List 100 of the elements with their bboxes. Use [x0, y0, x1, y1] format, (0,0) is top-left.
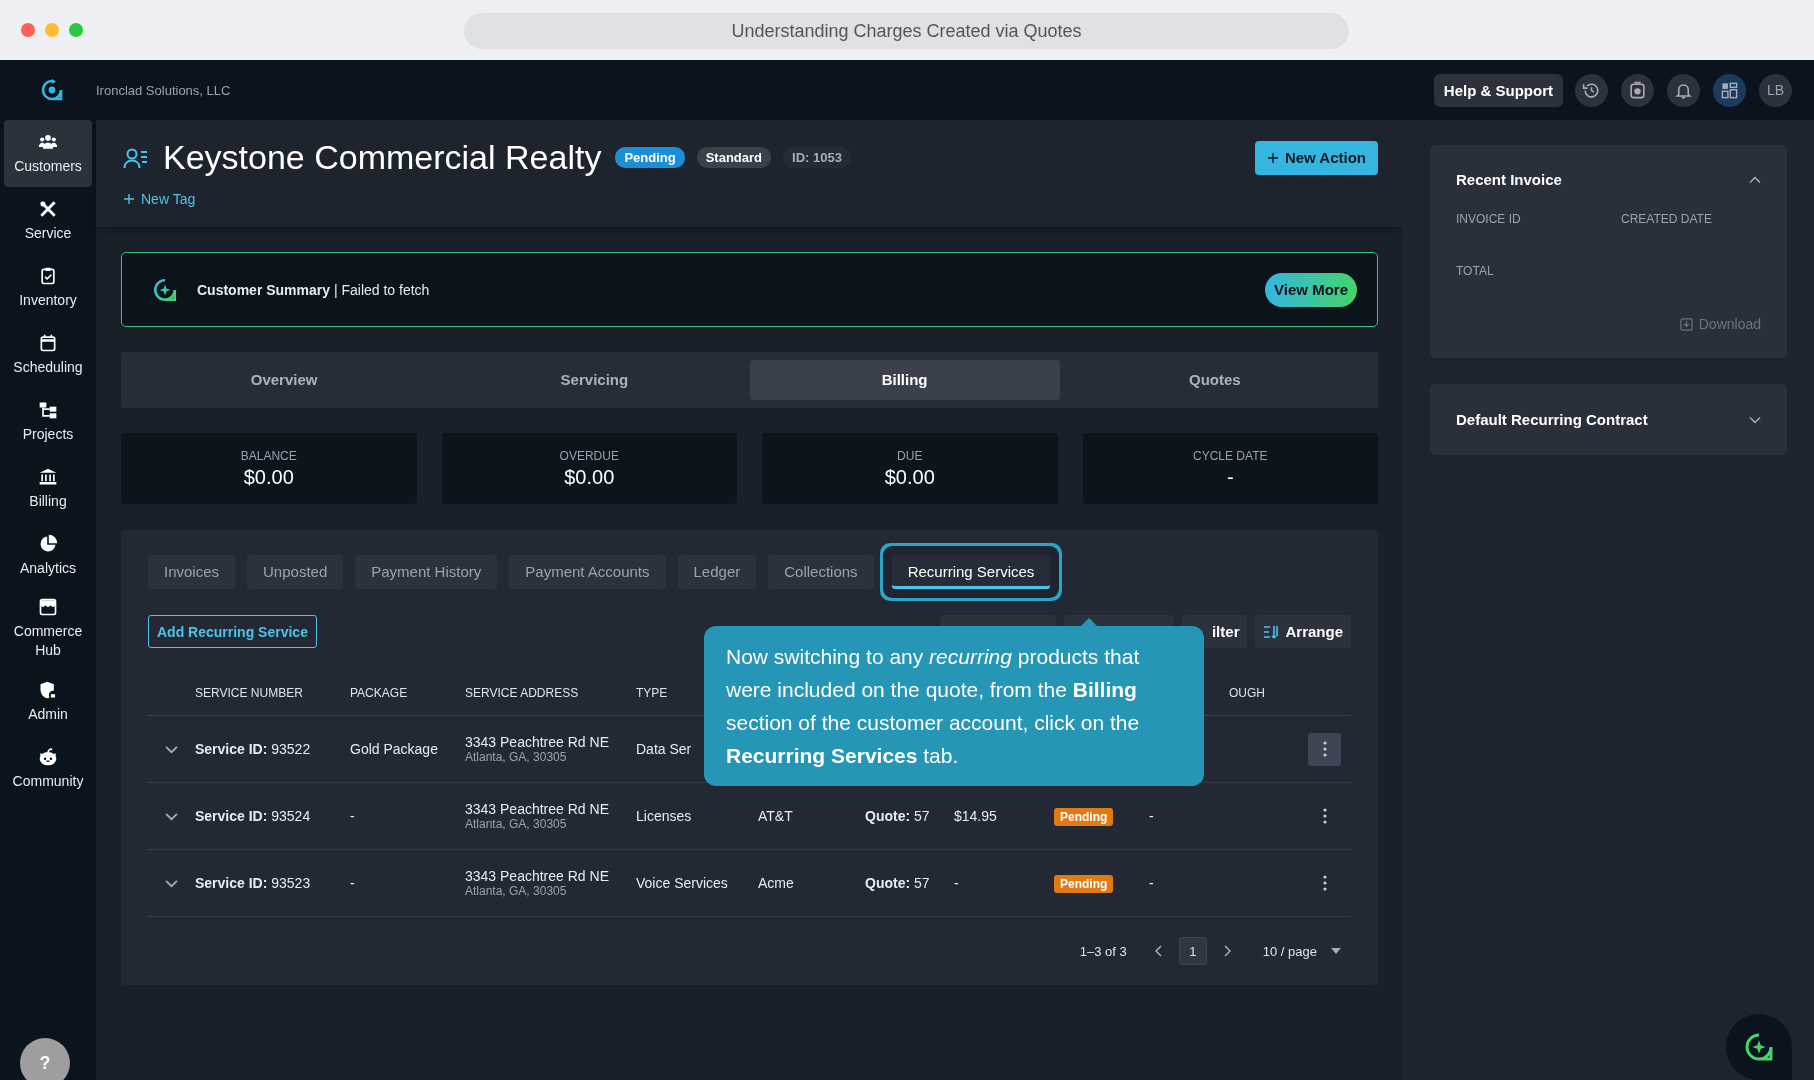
- subsection-tab[interactable]: Payment History: [355, 555, 498, 589]
- ai-sparkle-icon: [1743, 1031, 1775, 1063]
- timer-icon: [1628, 80, 1647, 100]
- table-cell: AT&T: [758, 808, 793, 824]
- subsection-tab[interactable]: Ledger: [677, 555, 757, 589]
- subsection-tab[interactable]: Payment Accounts: [509, 555, 666, 589]
- sort-icon: [1263, 624, 1280, 639]
- table-cell: Licenses: [636, 808, 692, 824]
- sidebar-item[interactable]: Inventory: [4, 254, 92, 321]
- company-name: Ironclad Solutions, LLC: [96, 82, 231, 98]
- stat-label: DUE: [897, 448, 923, 463]
- user-avatar[interactable]: LB: [1759, 73, 1792, 107]
- sidebar-item[interactable]: Commerce Hub: [4, 589, 92, 668]
- toolbar-button[interactable]: [1713, 73, 1746, 107]
- column-header: TYPE: [636, 685, 668, 700]
- chevron-icon[interactable]: [165, 811, 178, 821]
- tutorial-tooltip: Now switching to any recurring products that were included on the quote, from the Billing section of the customer account, click on the Recurring Services tab.: [704, 626, 1204, 786]
- status-badge: Pending: [1054, 875, 1114, 893]
- subsection-tab[interactable]: Invoices: [148, 555, 236, 589]
- page-title-bar: Understanding Charges Created via Quotes: [464, 13, 1349, 49]
- previous-page-icon[interactable]: [1154, 945, 1163, 957]
- address-text: 3343 Peachtree Rd NE: [465, 801, 610, 817]
- dashboard-icon: [1720, 80, 1739, 100]
- toolbar-button[interactable]: [1575, 73, 1608, 107]
- history-icon: [1582, 80, 1601, 100]
- customer-name: Keystone Commercial Realty: [163, 138, 602, 177]
- column-header: OUGH: [1229, 685, 1265, 700]
- field-label: CREATED DATE: [1621, 212, 1713, 226]
- kebab-icon: [1322, 741, 1327, 757]
- creature-icon: [38, 746, 58, 767]
- table-cell: -: [350, 808, 355, 824]
- minimize-dot[interactable]: [45, 23, 59, 37]
- caret-icon: [1331, 948, 1341, 954]
- toolbar-button[interactable]: [1621, 73, 1654, 107]
- field-label: INVOICE ID: [1456, 212, 1522, 226]
- table-cell: $14.95: [954, 808, 997, 824]
- close-dot[interactable]: [21, 23, 35, 37]
- section-tab[interactable]: Overview: [129, 360, 440, 400]
- table-cell: Service ID: 93523: [195, 875, 311, 891]
- calendar-icon: [38, 332, 58, 353]
- bank-icon: [38, 466, 58, 487]
- more-options-button[interactable]: [1308, 732, 1341, 766]
- clipboard-icon: [38, 265, 58, 286]
- status-badge: Pending: [1054, 808, 1114, 826]
- table-cell: Data Ser: [636, 741, 692, 757]
- logo-icon[interactable]: [40, 78, 64, 102]
- section-tab[interactable]: Quotes: [1059, 360, 1370, 400]
- new-action-button[interactable]: New Action: [1254, 140, 1378, 175]
- sidebar-item[interactable]: Billing: [4, 455, 92, 522]
- arrange-button[interactable]: Arrange: [1255, 615, 1351, 648]
- subsection-tab[interactable]: Collections: [768, 555, 874, 589]
- field-label: TOTAL: [1456, 264, 1495, 278]
- summary-message: Customer Summary | Failed to fetch: [197, 281, 430, 298]
- stat-label: BALANCE: [240, 448, 297, 463]
- table-cell: -: [1149, 808, 1154, 824]
- sidebar-item[interactable]: Admin: [4, 668, 92, 735]
- help-support-button[interactable]: Help & Support: [1433, 73, 1563, 107]
- customer-list-icon: [123, 146, 149, 169]
- toolbar-button[interactable]: [1667, 73, 1700, 107]
- page-range: 1–3 of 3: [1079, 943, 1127, 959]
- sidebar-item[interactable]: Service: [4, 187, 92, 254]
- ai-sparkle-icon: [152, 276, 178, 303]
- add-recurring-service-button[interactable]: Add Recurring Service: [148, 615, 317, 648]
- maximize-dot[interactable]: [69, 23, 83, 37]
- stat-label: OVERDUE: [559, 448, 619, 463]
- page-size-select[interactable]: 10 / page: [1262, 943, 1341, 959]
- chevron-icon[interactable]: [1749, 415, 1761, 424]
- tier-badge: Standard: [696, 147, 771, 168]
- sidebar-item[interactable]: Scheduling: [4, 321, 92, 388]
- table-cell: Acme: [758, 875, 794, 891]
- plus-icon: [1266, 151, 1279, 164]
- customer-id-label: ID: 1053: [783, 147, 851, 168]
- stat-label: CYCLE DATE: [1193, 448, 1268, 463]
- table-cell: Gold Package: [350, 741, 438, 757]
- chevron-icon[interactable]: [165, 744, 178, 754]
- column-header: PACKAGE: [350, 685, 408, 700]
- stat-value: $0.00: [884, 465, 935, 489]
- sidebar-item[interactable]: Community: [4, 735, 92, 802]
- page-number[interactable]: 1: [1178, 937, 1207, 965]
- city-text: Atlanta, GA, 30305: [465, 884, 568, 898]
- sidebar-item[interactable]: Projects: [4, 388, 92, 455]
- sidebar-item[interactable]: Customers: [4, 120, 92, 187]
- shield-icon: [38, 679, 58, 700]
- table-cell: -: [954, 875, 959, 891]
- chevron-icon[interactable]: [165, 878, 178, 888]
- download-icon: [1679, 317, 1693, 331]
- card-title: Default Recurring Contract: [1456, 411, 1648, 428]
- sidebar-item[interactable]: Analytics: [4, 522, 92, 589]
- next-page-icon[interactable]: [1222, 945, 1231, 957]
- chevron-icon[interactable]: [1749, 175, 1761, 184]
- column-header: SERVICE ADDRESS: [465, 685, 579, 700]
- address-text: 3343 Peachtree Rd NE: [465, 868, 610, 884]
- table-cell: -: [350, 875, 355, 891]
- pie-chart-icon: [38, 533, 58, 554]
- subsection-tab[interactable]: Unposted: [247, 555, 344, 589]
- plus-icon: [123, 193, 135, 205]
- view-more-button[interactable]: View More: [1265, 272, 1357, 307]
- new-tag-link[interactable]: New Tag: [123, 191, 196, 207]
- section-tab[interactable]: Billing: [749, 360, 1060, 400]
- section-tab[interactable]: Servicing: [439, 360, 750, 400]
